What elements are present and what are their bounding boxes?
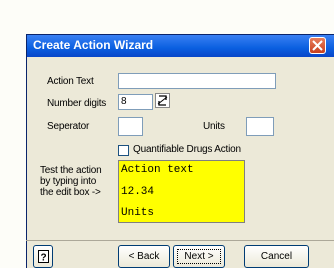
title-bar[interactable]: Create Action Wizard — [27, 35, 334, 57]
help-icon: ? — [38, 250, 49, 263]
button-separator — [26, 240, 334, 241]
test-edit-box[interactable]: Action text 12.34 Units — [118, 160, 245, 223]
test-line-2: 12.34 — [121, 186, 155, 198]
next-button[interactable]: Next > — [173, 245, 225, 268]
spin-arrows-icon — [157, 95, 168, 106]
test-line-1: Action text — [121, 164, 194, 176]
back-button[interactable]: < Back — [118, 245, 170, 268]
number-digits-input[interactable]: 8 — [118, 94, 153, 110]
quantifiable-checkbox[interactable] — [118, 145, 129, 156]
test-line-3: Units — [121, 207, 155, 219]
help-button[interactable]: ? — [33, 245, 53, 268]
quantifiable-label: Quantifiable Drugs Action — [133, 144, 241, 155]
svg-text:?: ? — [41, 253, 47, 264]
test-label-line3: the edit box -> — [40, 187, 101, 198]
action-text-label: Action Text — [47, 76, 94, 87]
close-button[interactable] — [309, 37, 326, 54]
number-digits-label: Number digits — [47, 98, 107, 109]
units-input[interactable] — [246, 117, 274, 136]
close-icon — [312, 40, 323, 51]
test-label-line2: by typing into — [40, 176, 97, 187]
separator-input[interactable] — [118, 117, 143, 136]
focus-rect — [177, 249, 221, 264]
number-digits-spinner[interactable] — [155, 93, 170, 108]
test-label-line1: Test the action — [40, 165, 102, 176]
window-title: Create Action Wizard — [33, 38, 154, 52]
cancel-button[interactable]: Cancel — [244, 245, 309, 268]
units-label: Units — [203, 121, 225, 132]
action-text-input[interactable] — [118, 73, 276, 89]
separator-label: Seperator — [47, 121, 90, 132]
